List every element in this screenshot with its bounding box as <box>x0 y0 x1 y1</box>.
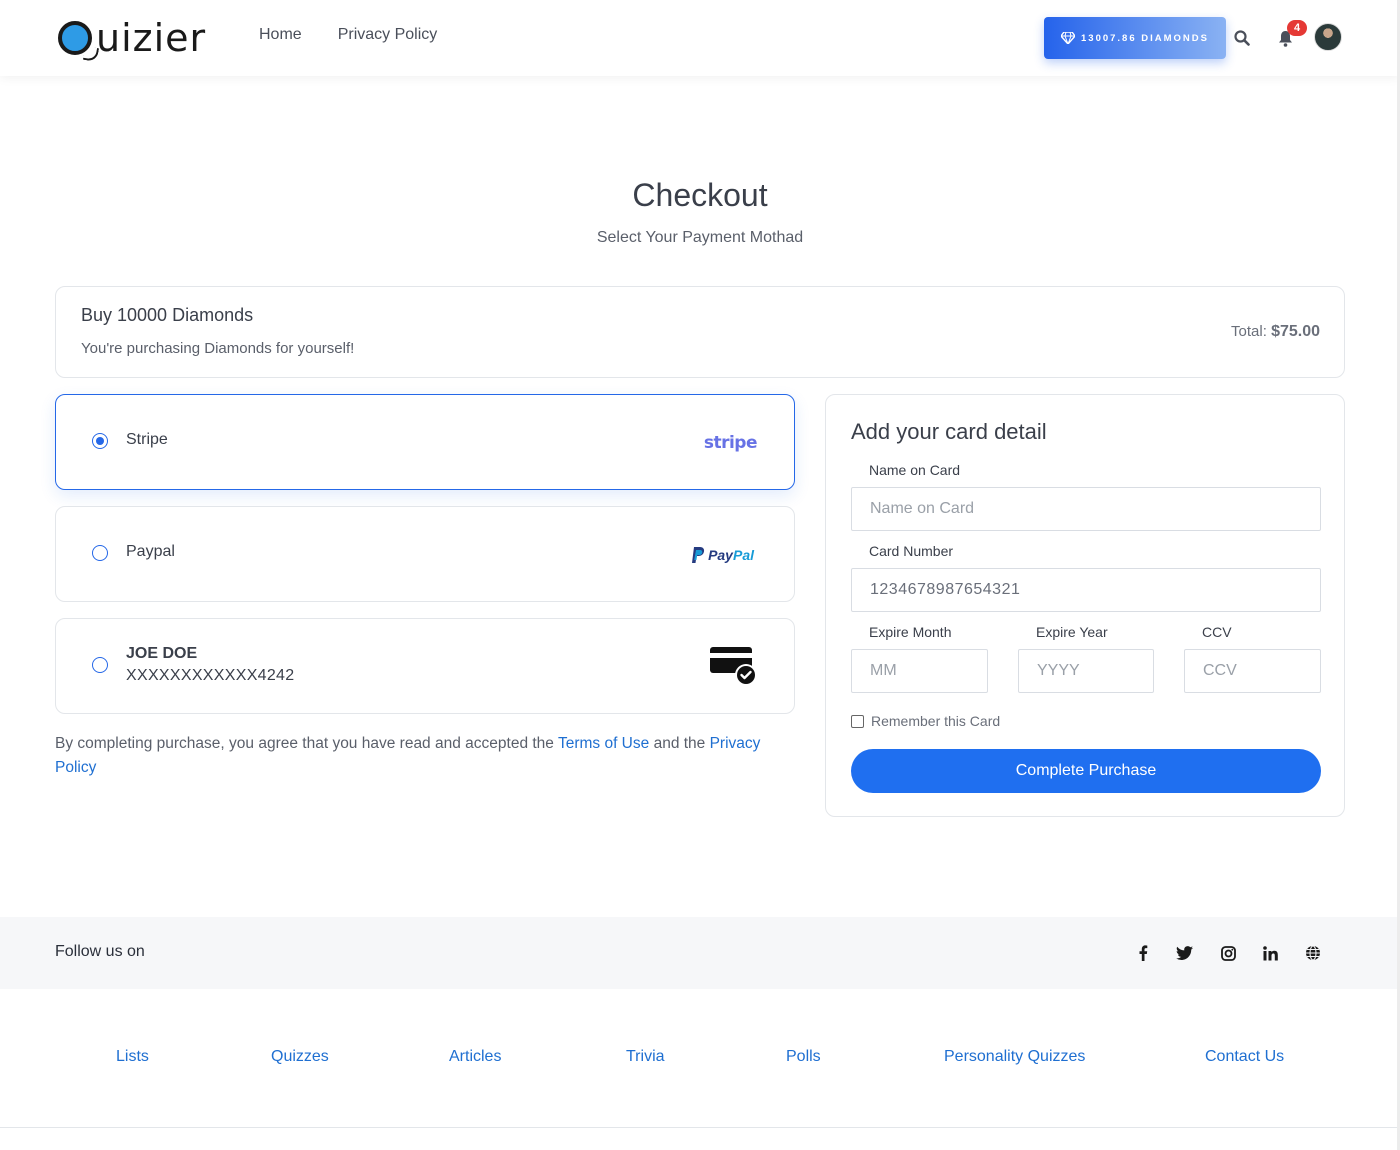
facebook-icon[interactable] <box>1133 943 1153 963</box>
total-label: Total: <box>1231 323 1267 340</box>
purchase-title: Buy 10000 Diamonds <box>81 305 254 325</box>
saved-card-number: XXXXXXXXXXXX4242 <box>126 667 295 684</box>
user-avatar[interactable] <box>1314 23 1342 51</box>
diamonds-balance-button[interactable]: 13007.86 DIAMONDS <box>1044 17 1226 59</box>
paypal-p-icon <box>692 547 705 563</box>
site-header: uizier Home Privacy Policy 13007.86 DIAM… <box>0 0 1400 76</box>
agreement-prefix: By completing purchase, you agree that y… <box>55 735 558 752</box>
ccv-label: CCV <box>1202 624 1232 640</box>
stripe-logo: stripe <box>703 433 758 453</box>
footer-link-trivia[interactable]: Trivia <box>626 1048 665 1066</box>
payment-option-saved-card[interactable]: JOE DOE XXXXXXXXXXXX4242 <box>55 618 795 714</box>
purchase-agreement-text: By completing purchase, you agree that y… <box>55 732 795 780</box>
payment-option-stripe[interactable]: Stripe stripe <box>55 394 795 490</box>
paypal-logo: Pay Pal <box>691 547 754 563</box>
footer-link-lists[interactable]: Lists <box>116 1048 149 1066</box>
complete-purchase-button[interactable]: Complete Purchase <box>851 749 1321 793</box>
expire-month-input[interactable]: MM <box>851 649 988 693</box>
logo-text: uizier <box>96 16 207 60</box>
page-subtitle: Select Your Payment Mothad <box>596 229 804 246</box>
card-detail-form: Add your card detail Name on Card Name o… <box>825 394 1345 817</box>
nav-privacy-policy-link[interactable]: Privacy Policy <box>338 26 438 44</box>
purchase-description: You're purchasing Diamonds for yourself! <box>81 340 355 357</box>
card-number-input[interactable]: 1234678987654321 <box>851 568 1321 612</box>
footer-divider <box>0 1127 1400 1128</box>
follow-us-bar: Follow us on <box>0 917 1400 989</box>
page-title: Checkout <box>632 177 768 213</box>
stripe-label: Stripe <box>126 431 168 448</box>
expire-year-input[interactable]: YYYY <box>1018 649 1154 693</box>
main-nav: Home Privacy Policy <box>259 26 437 44</box>
search-icon[interactable] <box>1233 29 1251 47</box>
remember-card-label: Remember this Card <box>871 713 1001 729</box>
footer-link-polls[interactable]: Polls <box>786 1048 821 1066</box>
name-on-card-input[interactable]: Name on Card <box>851 487 1321 531</box>
terms-of-use-link[interactable]: Terms of Use <box>558 735 649 752</box>
card-form-title: Add your card detail <box>851 419 1047 444</box>
ccv-input[interactable]: CCV <box>1184 649 1321 693</box>
nav-home-link[interactable]: Home <box>259 26 302 44</box>
footer-link-quizzes[interactable]: Quizzes <box>271 1048 329 1066</box>
stripe-radio[interactable] <box>92 433 108 449</box>
twitter-icon[interactable] <box>1174 943 1194 963</box>
globe-icon[interactable] <box>1303 943 1323 963</box>
footer-link-contact-us[interactable]: Contact Us <box>1205 1048 1284 1066</box>
paypal-radio[interactable] <box>92 545 108 561</box>
footer-link-articles[interactable]: Articles <box>449 1048 501 1066</box>
name-on-card-label: Name on Card <box>869 462 961 478</box>
card-number-label: Card Number <box>869 543 954 559</box>
footer-link-personality-quizzes[interactable]: Personality Quizzes <box>944 1048 1085 1066</box>
paypal-logo-text-b: Pal <box>732 547 754 563</box>
paypal-logo-text-a: Pay <box>708 547 733 563</box>
follow-us-label: Follow us on <box>55 943 145 960</box>
remember-card-option[interactable]: Remember this Card <box>851 713 1000 729</box>
remember-card-checkbox[interactable] <box>851 714 864 728</box>
purchase-summary-card: Buy 10000 Diamonds You're purchasing Dia… <box>55 286 1345 378</box>
expire-year-label: Expire Year <box>1036 624 1108 640</box>
logo-q-icon <box>58 21 92 55</box>
instagram-icon[interactable] <box>1218 943 1238 963</box>
quizier-logo[interactable]: uizier <box>58 14 206 62</box>
notification-count-badge: 4 <box>1287 20 1307 36</box>
payment-option-paypal[interactable]: Paypal Pay Pal <box>55 506 795 602</box>
purchase-total: Total: $75.00 <box>1231 323 1320 341</box>
agreement-middle: and the <box>649 735 710 752</box>
linkedin-icon[interactable] <box>1260 943 1280 963</box>
paypal-label: Paypal <box>126 543 175 560</box>
saved-card-name: JOE DOE <box>126 645 198 662</box>
credit-card-check-icon <box>710 647 757 686</box>
saved-card-radio[interactable] <box>92 657 108 673</box>
diamonds-balance-label: 13007.86 DIAMONDS <box>1081 32 1209 44</box>
diamond-icon <box>1061 32 1075 44</box>
total-value: $75.00 <box>1271 323 1320 340</box>
expire-month-label: Expire Month <box>869 624 952 640</box>
